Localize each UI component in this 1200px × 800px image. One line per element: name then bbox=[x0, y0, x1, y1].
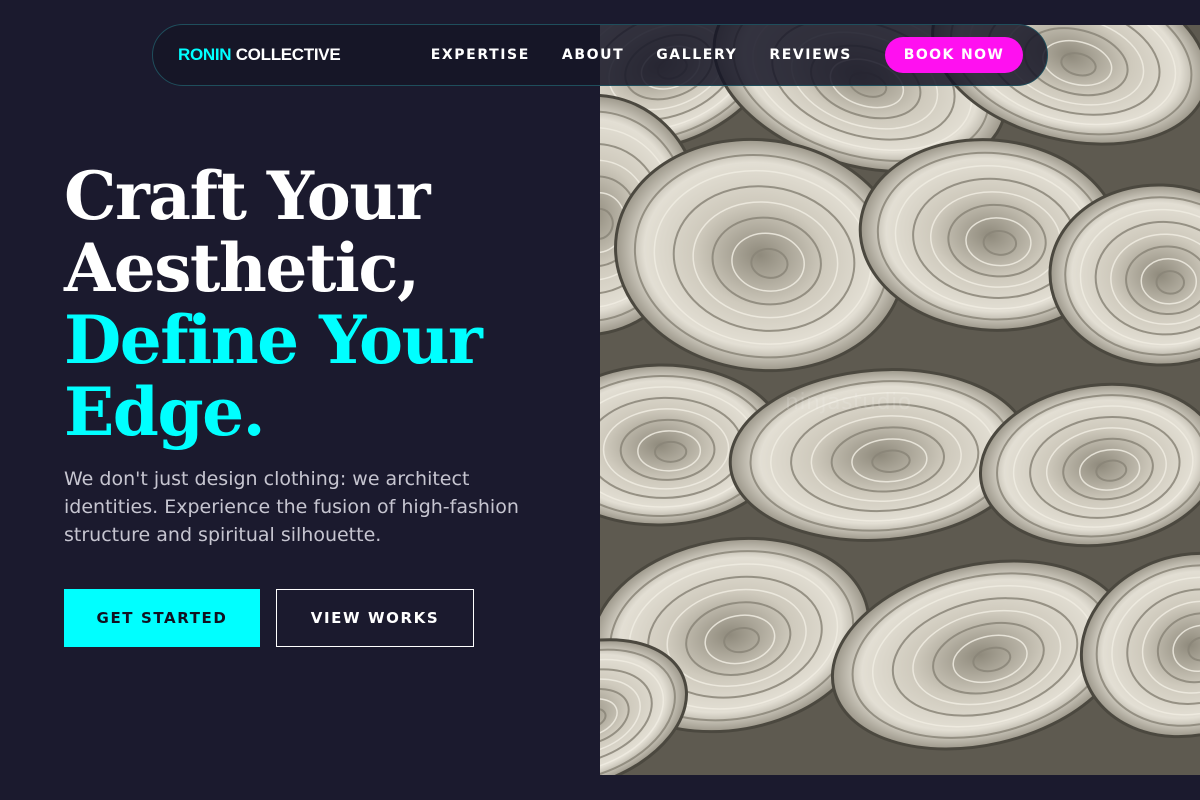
hero-title: Craft Your Aesthetic, Define Your Edge. bbox=[64, 160, 584, 448]
nav-link-about[interactable]: ABOUT bbox=[562, 47, 624, 63]
hero-image: ninjastudio bbox=[600, 25, 1200, 775]
hero-title-line-2: Aesthetic, bbox=[64, 229, 420, 307]
nav-link-expertise[interactable]: EXPERTISE bbox=[431, 47, 530, 63]
top-navbar: RONIN COLLECTIVE EXPERTISE ABOUT GALLERY… bbox=[152, 24, 1048, 86]
nav-link-gallery[interactable]: GALLERY bbox=[656, 47, 737, 63]
view-works-button[interactable]: VIEW WORKS bbox=[276, 589, 474, 647]
brand-logo[interactable]: RONIN COLLECTIVE bbox=[178, 45, 341, 65]
get-started-button[interactable]: GET STARTED bbox=[64, 589, 260, 647]
image-watermark: ninjastudio bbox=[785, 390, 912, 415]
hero-subtitle: We don't just design clothing: we archit… bbox=[64, 468, 519, 546]
nav-links: EXPERTISE ABOUT GALLERY REVIEWS bbox=[431, 47, 852, 63]
hero-title-line-3: Define Your bbox=[64, 301, 483, 379]
brand-name-accent: RONIN bbox=[178, 45, 232, 64]
hero-title-line-1: Craft Your bbox=[64, 157, 431, 235]
book-now-button[interactable]: BOOK NOW bbox=[885, 37, 1023, 73]
hero-title-line-4: Edge. bbox=[64, 373, 266, 451]
brand-name-rest: COLLECTIVE bbox=[231, 45, 341, 64]
nav-link-reviews[interactable]: REVIEWS bbox=[769, 47, 852, 63]
